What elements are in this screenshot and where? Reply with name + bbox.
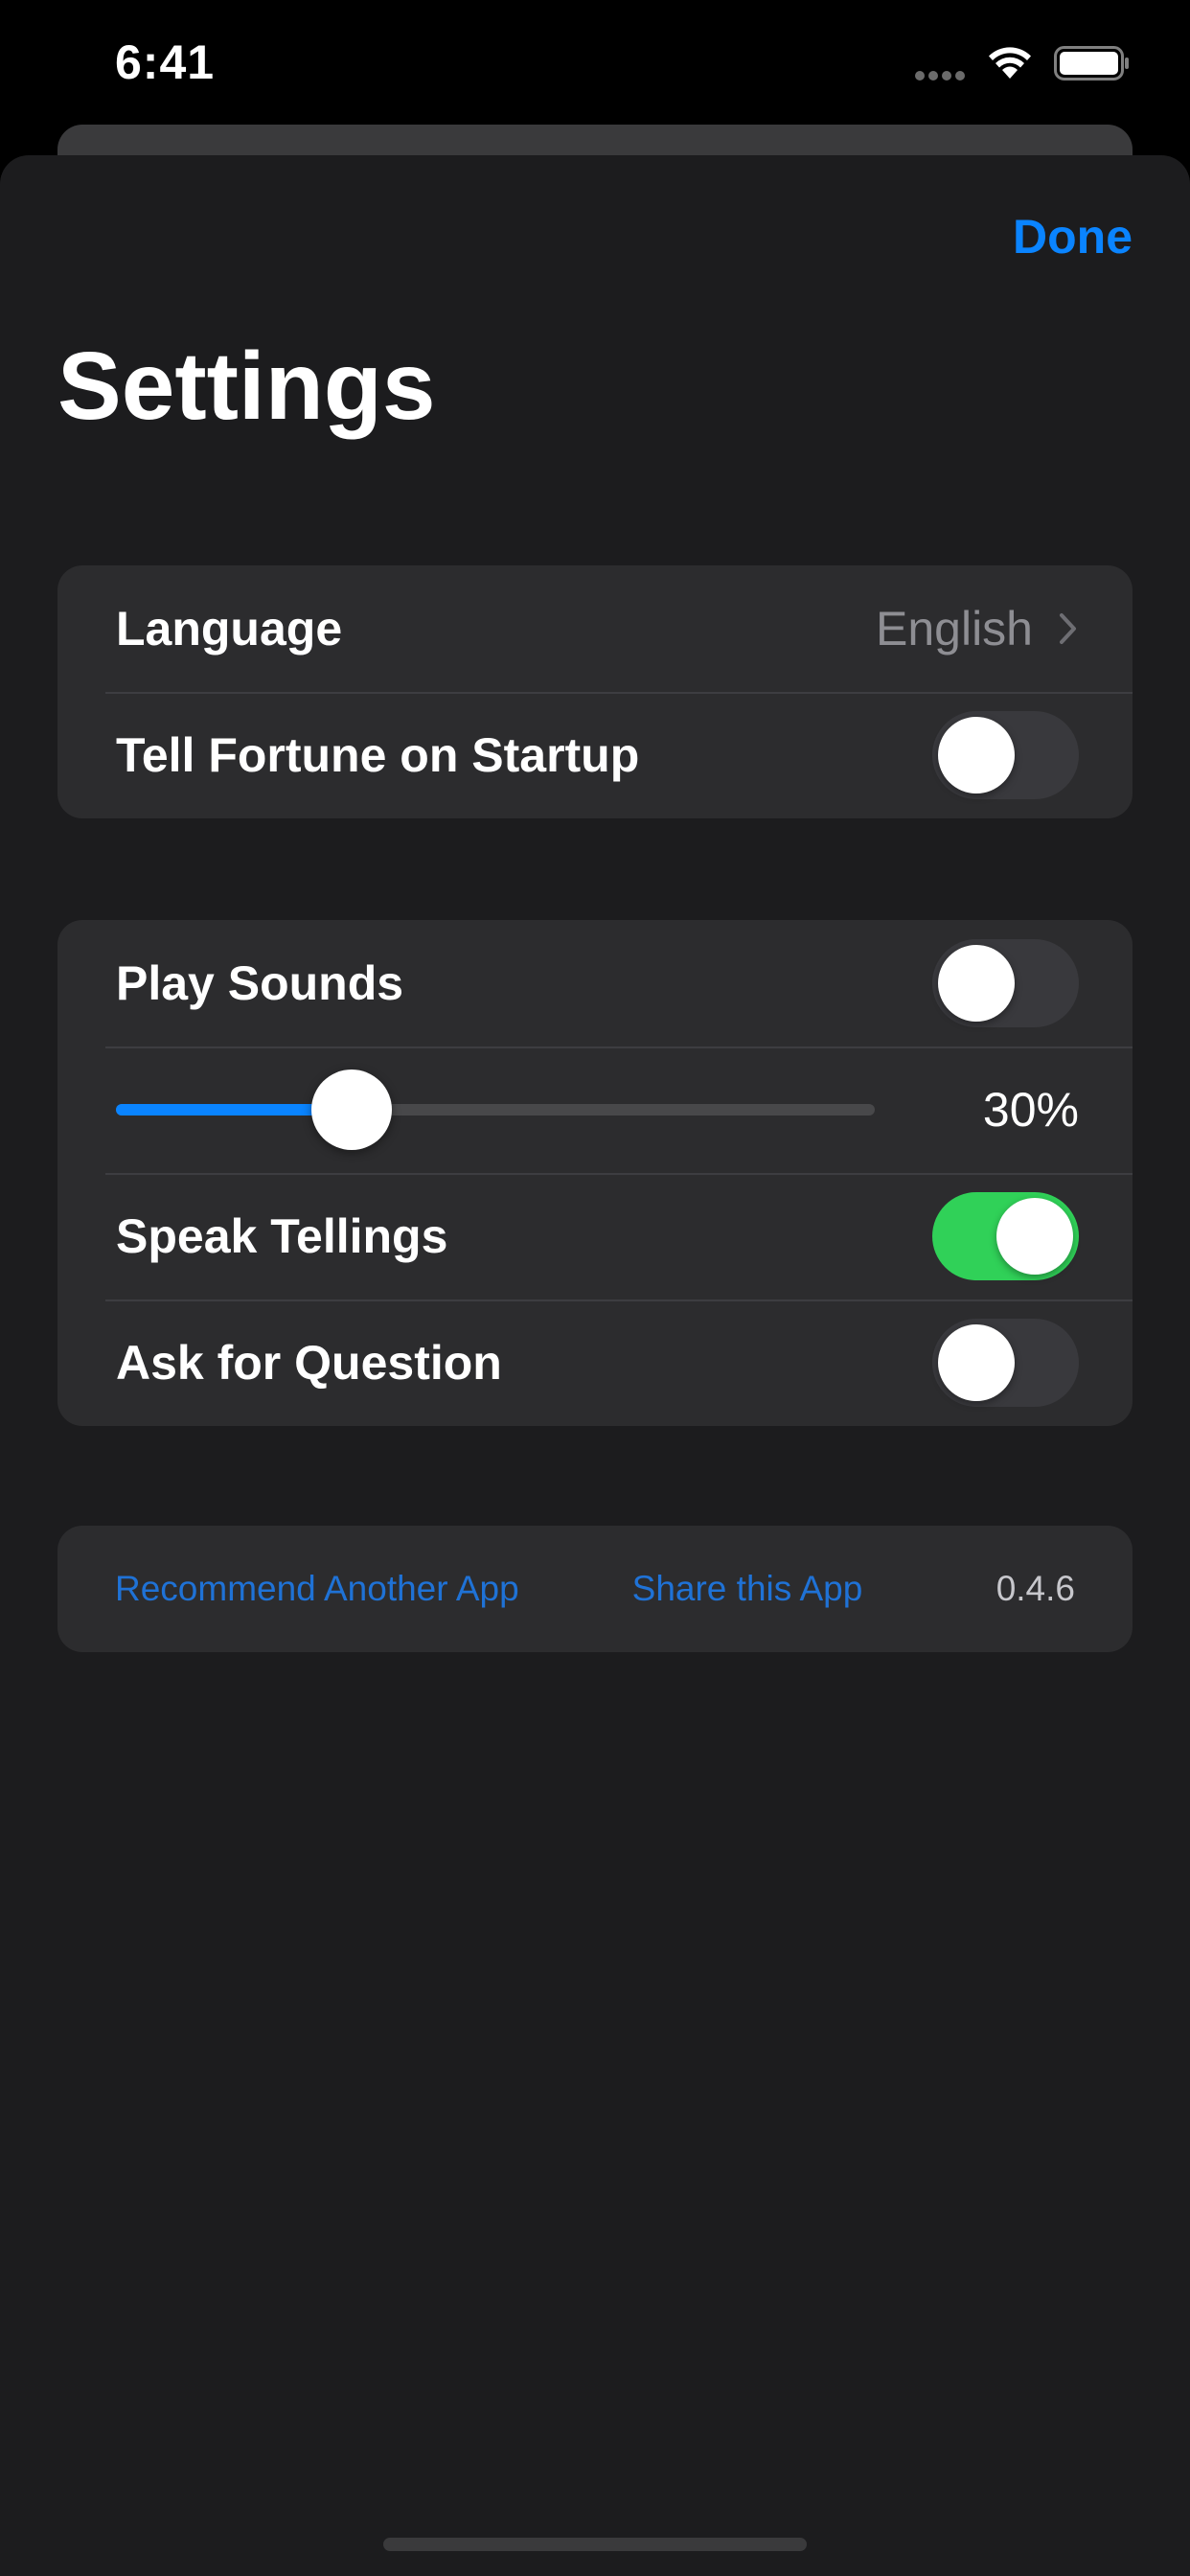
tell-fortune-row: Tell Fortune on Startup — [57, 692, 1133, 818]
toggle-knob — [938, 717, 1015, 794]
language-row[interactable]: Language English — [57, 565, 1133, 692]
cellular-signal-icon — [915, 71, 973, 82]
screen: 6:41 Done Settings Language English Tell… — [0, 0, 1190, 2576]
speak-tellings-label: Speak Tellings — [116, 1209, 448, 1263]
toggle-knob — [938, 1324, 1015, 1401]
sound-settings-group: Play Sounds 30% Speak Tellings Ask for Q… — [57, 920, 1133, 1426]
footer-group: Recommend Another App Share this App 0.4… — [57, 1526, 1133, 1652]
settings-sheet: Done Settings Language English Tell Fort… — [0, 155, 1190, 2576]
chevron-right-icon — [1060, 613, 1076, 644]
speak-tellings-toggle[interactable] — [932, 1192, 1079, 1280]
home-indicator — [383, 2538, 807, 2551]
ask-question-toggle[interactable] — [932, 1319, 1079, 1407]
wifi-icon — [989, 47, 1031, 79]
volume-slider[interactable] — [116, 1070, 875, 1150]
ask-question-row: Ask for Question — [57, 1300, 1133, 1426]
ask-question-label: Ask for Question — [116, 1336, 502, 1390]
status-time: 6:41 — [115, 35, 216, 89]
volume-value: 30% — [982, 1083, 1079, 1137]
general-settings-group: Language English Tell Fortune on Startup — [57, 565, 1133, 818]
toggle-knob — [938, 945, 1015, 1022]
version-label: 0.4.6 — [995, 1569, 1075, 1608]
volume-slider-thumb[interactable] — [311, 1070, 392, 1150]
language-value: English — [876, 602, 1033, 656]
share-app-link[interactable]: Share this App — [632, 1569, 863, 1609]
battery-icon — [1054, 46, 1129, 80]
footer-row: Recommend Another App Share this App 0.4… — [57, 1526, 1133, 1652]
language-label: Language — [116, 602, 343, 656]
volume-row: 30% — [57, 1046, 1133, 1173]
done-button[interactable]: Done — [1013, 209, 1133, 264]
page-title: Settings — [57, 333, 436, 440]
play-sounds-label: Play Sounds — [116, 956, 404, 1010]
recommend-app-link[interactable]: Recommend Another App — [115, 1569, 519, 1609]
play-sounds-row: Play Sounds — [57, 920, 1133, 1046]
tell-fortune-label: Tell Fortune on Startup — [116, 728, 640, 782]
speak-tellings-row: Speak Tellings — [57, 1173, 1133, 1300]
toggle-knob — [996, 1198, 1073, 1275]
tell-fortune-toggle[interactable] — [932, 711, 1079, 799]
play-sounds-toggle[interactable] — [932, 939, 1079, 1027]
